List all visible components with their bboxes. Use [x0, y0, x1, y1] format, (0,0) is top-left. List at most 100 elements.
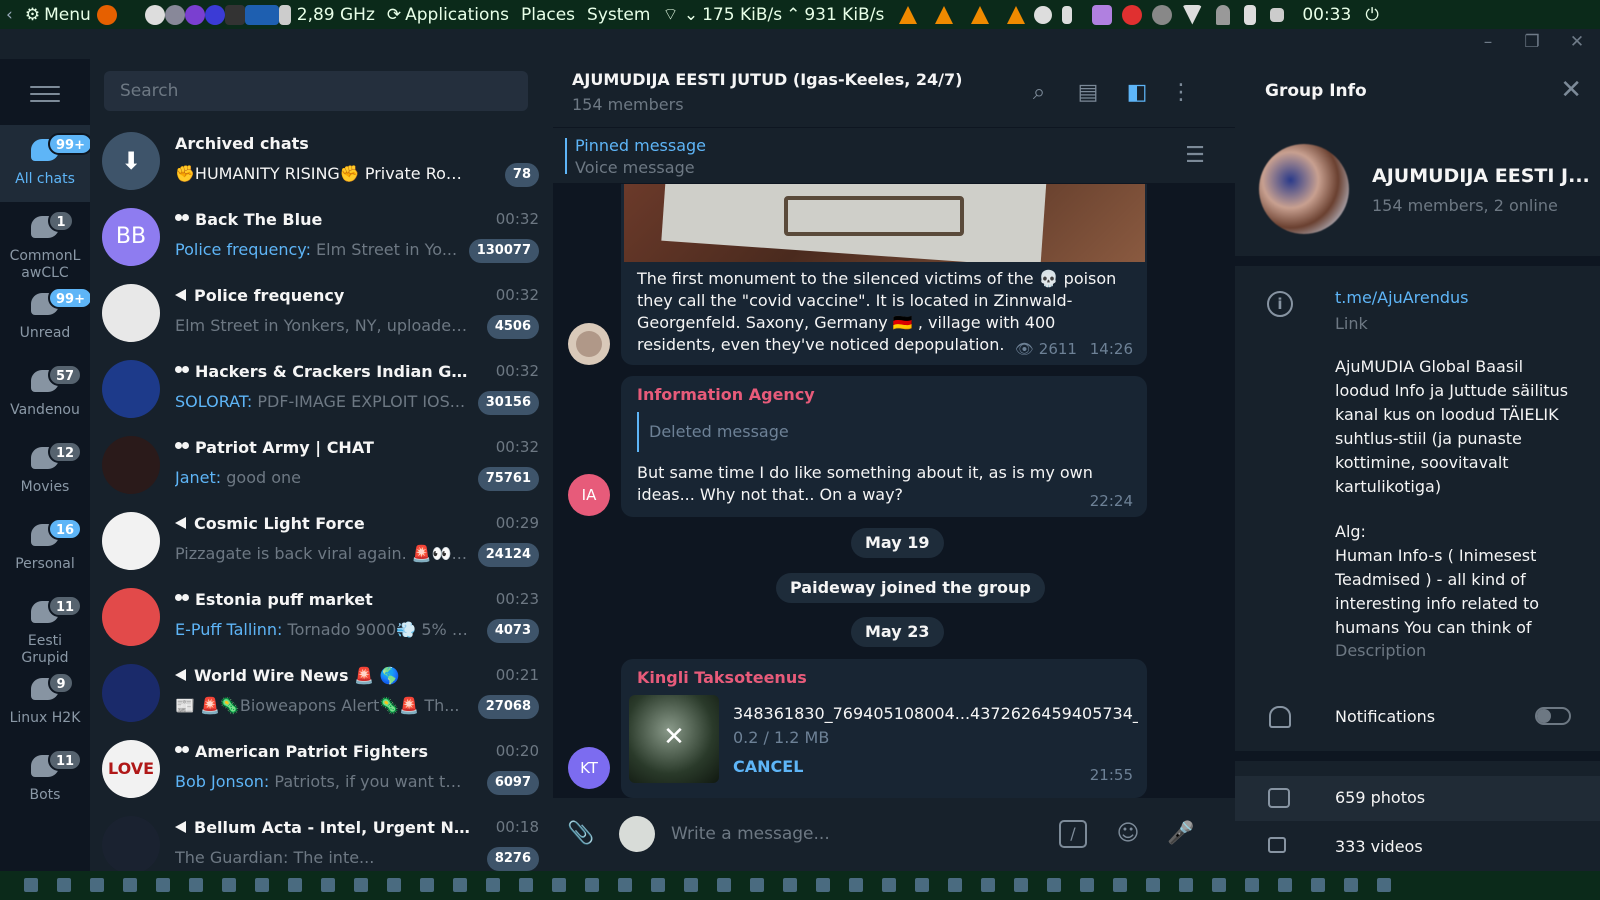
chat-title[interactable]: AJUMUDIJA EESTI JUTUD (Igas-Keeles, 24/7…: [572, 70, 962, 89]
emoji-icon[interactable]: ☺: [1114, 820, 1142, 848]
message-input[interactable]: Write a message...: [671, 824, 830, 844]
bot-commands-icon[interactable]: /: [1059, 820, 1087, 848]
taskbar-app-icon[interactable]: [387, 878, 401, 892]
taskbar-app-icon[interactable]: [783, 878, 797, 892]
tray-grey-icon[interactable]: [1152, 4, 1173, 25]
taskbar-app-icon[interactable]: [948, 878, 962, 892]
chat-row[interactable]: Bellum Acta - Intel, Urgent News an... 00…: [90, 806, 553, 871]
microphone-icon[interactable]: 🎤: [1167, 820, 1195, 848]
taskbar-app-icon[interactable]: [288, 878, 302, 892]
taskbar-app-icon[interactable]: [1344, 878, 1358, 892]
cancel-download-icon[interactable]: ✕: [657, 720, 691, 754]
message-bubble[interactable]: The first monument to the silenced victi…: [621, 184, 1147, 365]
taskbar-app-icon[interactable]: [882, 878, 896, 892]
notifications-toggle[interactable]: [1535, 707, 1571, 725]
terminal-icon[interactable]: [224, 4, 245, 25]
taskbar-app-icon[interactable]: [651, 878, 665, 892]
taskbar-app-icon[interactable]: [816, 878, 830, 892]
attach-icon[interactable]: 📎: [567, 820, 595, 848]
taskbar-app-icon[interactable]: [90, 878, 104, 892]
volume-icon[interactable]: [1270, 7, 1285, 22]
taskbar-app-icon[interactable]: [1311, 878, 1325, 892]
avatar[interactable]: IA: [568, 474, 610, 516]
search-icon[interactable]: ⌕: [1025, 79, 1053, 107]
taskbar-app-icon[interactable]: [981, 878, 995, 892]
chat-row[interactable]: LOVE American Patriot Fighters 00:20 Bob Jo…: [90, 730, 553, 807]
taskbar-app-icon[interactable]: [321, 878, 335, 892]
invite-link[interactable]: t.me/AjuArendus: [1335, 288, 1469, 307]
chat-row[interactable]: Cosmic Light Force 00:29 Pizzagate is back…: [90, 502, 553, 579]
message-sender[interactable]: Information Agency: [637, 385, 815, 404]
message-sender[interactable]: Kingli Taksoteenus: [637, 668, 807, 687]
wifi-icon[interactable]: [1182, 4, 1203, 25]
photos-row[interactable]: 659 photos: [1235, 776, 1600, 821]
search-input[interactable]: Search: [104, 71, 528, 111]
taskbar-app-icon[interactable]: [585, 878, 599, 892]
taskbar-app-icon[interactable]: [1278, 878, 1292, 892]
folder-tab[interactable]: 9 Linux H2K: [0, 664, 90, 741]
vlc-icon[interactable]: [935, 5, 954, 24]
message-photo[interactable]: [624, 184, 1145, 262]
vlc-icon[interactable]: [899, 5, 918, 24]
taskbar-app-icon[interactable]: [519, 878, 533, 892]
close-window-button[interactable]: ✕: [1565, 32, 1589, 56]
chat-row[interactable]: BB Back The Blue 00:32 Police frequency: El…: [90, 198, 553, 275]
taskbar-app-icon[interactable]: [552, 878, 566, 892]
taskbar-app-icon[interactable]: [1080, 878, 1094, 892]
reply-quote[interactable]: Deleted message: [637, 412, 1133, 452]
back-arrow-icon[interactable]: ‹: [6, 5, 13, 25]
taskbar-app-icon[interactable]: [618, 878, 632, 892]
taskbar-app-icon[interactable]: [222, 878, 236, 892]
launcher-a-icon[interactable]: [144, 4, 165, 25]
places-menu[interactable]: Places: [521, 5, 575, 25]
app-purple-icon[interactable]: [184, 4, 205, 25]
send-as-avatar[interactable]: [619, 816, 655, 852]
vlc-icon[interactable]: [971, 5, 990, 24]
taskbar-app-icon[interactable]: [1014, 878, 1028, 892]
vlc-icon[interactable]: [1007, 5, 1026, 24]
taskbar-app-icon[interactable]: [420, 878, 434, 892]
minimize-button[interactable]: –: [1476, 32, 1500, 56]
videos-row[interactable]: 333 videos: [1235, 825, 1600, 870]
more-options-icon[interactable]: ⋮: [1167, 79, 1195, 107]
taskbar-app-icon[interactable]: [1245, 878, 1259, 892]
archived-chats-row[interactable]: ⬇ Archived chats ✊HUMANITY RISING✊ Private…: [90, 122, 553, 199]
firefox-icon[interactable]: [96, 4, 117, 25]
taskbar-app-icon[interactable]: [1212, 878, 1226, 892]
opera-icon[interactable]: [204, 4, 225, 25]
bluetooth-icon[interactable]: [1062, 5, 1073, 24]
taskbar-app-icon[interactable]: [255, 878, 269, 892]
settings-gear-icon[interactable]: [164, 4, 185, 25]
avatar[interactable]: [568, 323, 610, 365]
taskbar-app-icon[interactable]: [750, 878, 764, 892]
system-menu[interactable]: System: [587, 5, 650, 25]
taskbar-app-icon[interactable]: [1113, 878, 1127, 892]
chat-row[interactable]: Patriot Army | CHAT 00:32 Janet: good one 7…: [90, 426, 553, 503]
folder-tab[interactable]: 12 Movies: [0, 433, 90, 510]
folder-tab[interactable]: 99+ Unread: [0, 279, 93, 356]
battery-icon[interactable]: [1244, 4, 1257, 25]
message-bubble[interactable]: Information Agency Deleted message But s…: [621, 376, 1147, 517]
chat-row[interactable]: Hackers & Crackers Indian Group 00:32 SOLO…: [90, 350, 553, 427]
taskbar-app-icon[interactable]: [189, 878, 203, 892]
file-name[interactable]: 348361830_769405108004...437262645940573…: [733, 704, 1138, 723]
taskbar-app-icon[interactable]: [156, 878, 170, 892]
message-bubble[interactable]: Kingli Taksoteenus ✕ 348361830_769405108…: [621, 659, 1147, 798]
voice-chat-icon[interactable]: ▤: [1074, 79, 1102, 107]
taskbar-app-icon[interactable]: [684, 878, 698, 892]
folder-tab[interactable]: 99+ All chats: [0, 125, 93, 202]
group-avatar[interactable]: [1259, 144, 1349, 234]
taskbar-app-icon[interactable]: [24, 878, 38, 892]
cancel-download-button[interactable]: CANCEL: [733, 757, 803, 776]
taskbar-app-icon[interactable]: [1146, 878, 1160, 892]
taskbar-app-icon[interactable]: [1377, 878, 1391, 892]
pinned-message-bar[interactable]: Pinned message Voice message ☰: [553, 127, 1235, 183]
tray-app-icon[interactable]: [1034, 5, 1053, 24]
close-icon[interactable]: ✕: [1560, 75, 1582, 105]
chat-row[interactable]: World Wire News 🚨 🌎 00:21 📰 🚨🦠Bioweapons A…: [90, 654, 553, 731]
avatar[interactable]: KT: [568, 747, 610, 789]
taskbar-app-icon[interactable]: [915, 878, 929, 892]
tray-red-icon[interactable]: [1122, 4, 1143, 25]
folder-tab[interactable]: 16 Personal: [0, 510, 90, 587]
taskbar-app-icon[interactable]: [123, 878, 137, 892]
